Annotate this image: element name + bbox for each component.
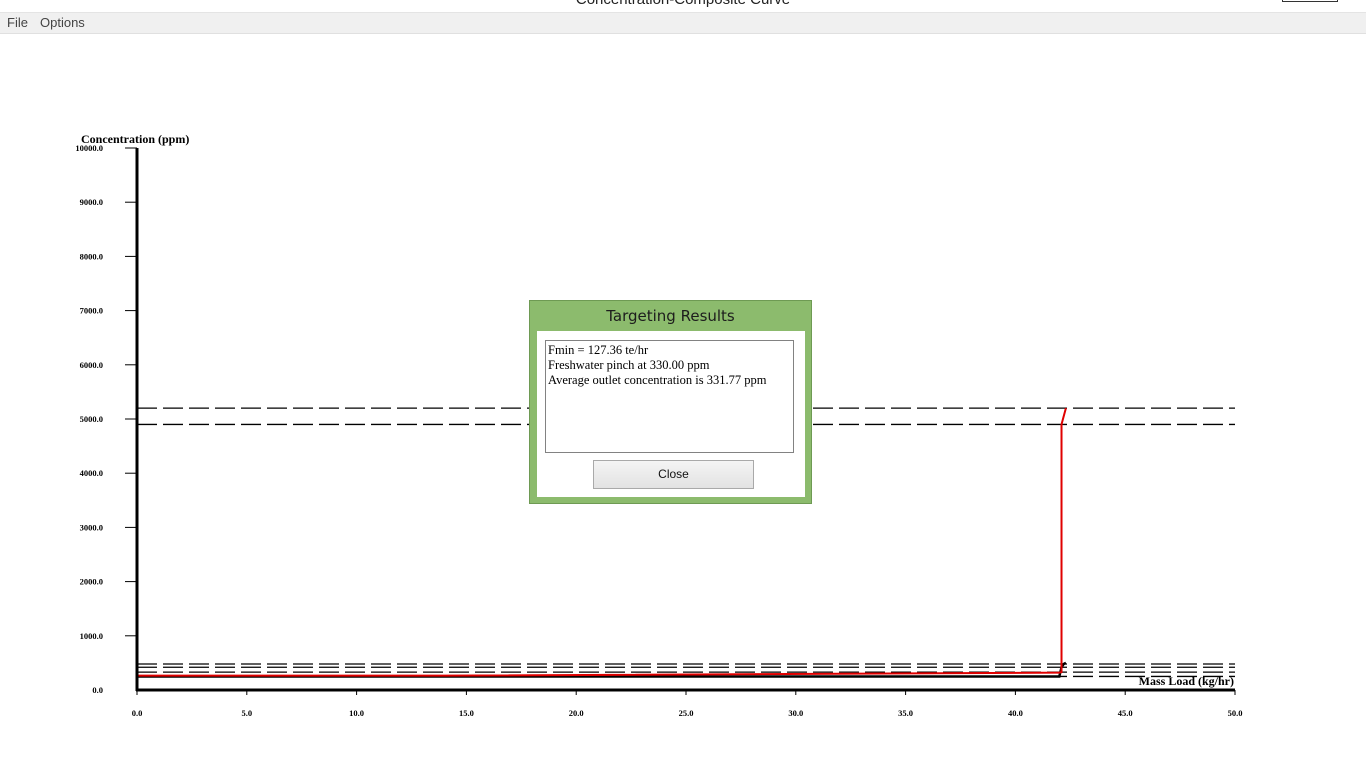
x-tick-label-5: 25.0 [679, 708, 694, 718]
result-line-fmin: Fmin = 127.36 te/hr [548, 343, 649, 357]
y-tick-label-4: 4000.0 [80, 468, 103, 478]
result-line-pinch: Freshwater pinch at 330.00 ppm [548, 358, 710, 372]
x-tick-label-3: 15.0 [459, 708, 474, 718]
x-tick-label-8: 40.0 [1008, 708, 1023, 718]
x-tick-label-6: 30.0 [788, 708, 803, 718]
x-tick-label-2: 10.0 [349, 708, 364, 718]
results-textbox[interactable]: Fmin = 127.36 te/hr Freshwater pinch at … [545, 340, 794, 453]
x-tick-label-1: 5.0 [241, 708, 252, 718]
y-tick-label-9: 9000.0 [80, 197, 103, 207]
y-tick-label-3: 3000.0 [80, 522, 103, 532]
y-tick-label-1: 1000.0 [80, 631, 103, 641]
y-tick-label-8: 8000.0 [80, 251, 103, 261]
x-tick-label-0: 0.0 [132, 708, 143, 718]
y-tick-label-2: 2000.0 [80, 577, 103, 587]
dialog-title: Targeting Results [606, 307, 735, 325]
y-tick-label-7: 7000.0 [80, 306, 103, 316]
y-tick-label-0: 0.0 [92, 685, 103, 695]
x-tick-label-4: 20.0 [569, 708, 584, 718]
x-tick-label-9: 45.0 [1118, 708, 1133, 718]
x-axis-label: Mass Load (kg/hr) [1139, 674, 1234, 688]
targeting-results-dialog: Targeting Results Fmin = 127.36 te/hr Fr… [529, 300, 812, 504]
x-tick-label-7: 35.0 [898, 708, 913, 718]
y-axis-label: Concentration (ppm) [81, 132, 189, 146]
x-tick-label-10: 50.0 [1228, 708, 1243, 718]
y-tick-label-6: 6000.0 [80, 360, 103, 370]
y-tick-label-5: 5000.0 [80, 414, 103, 424]
result-line-outlet: Average outlet concentration is 331.77 p… [548, 373, 767, 387]
dialog-body: Fmin = 127.36 te/hr Freshwater pinch at … [537, 331, 805, 497]
close-button[interactable]: Close [593, 460, 754, 489]
